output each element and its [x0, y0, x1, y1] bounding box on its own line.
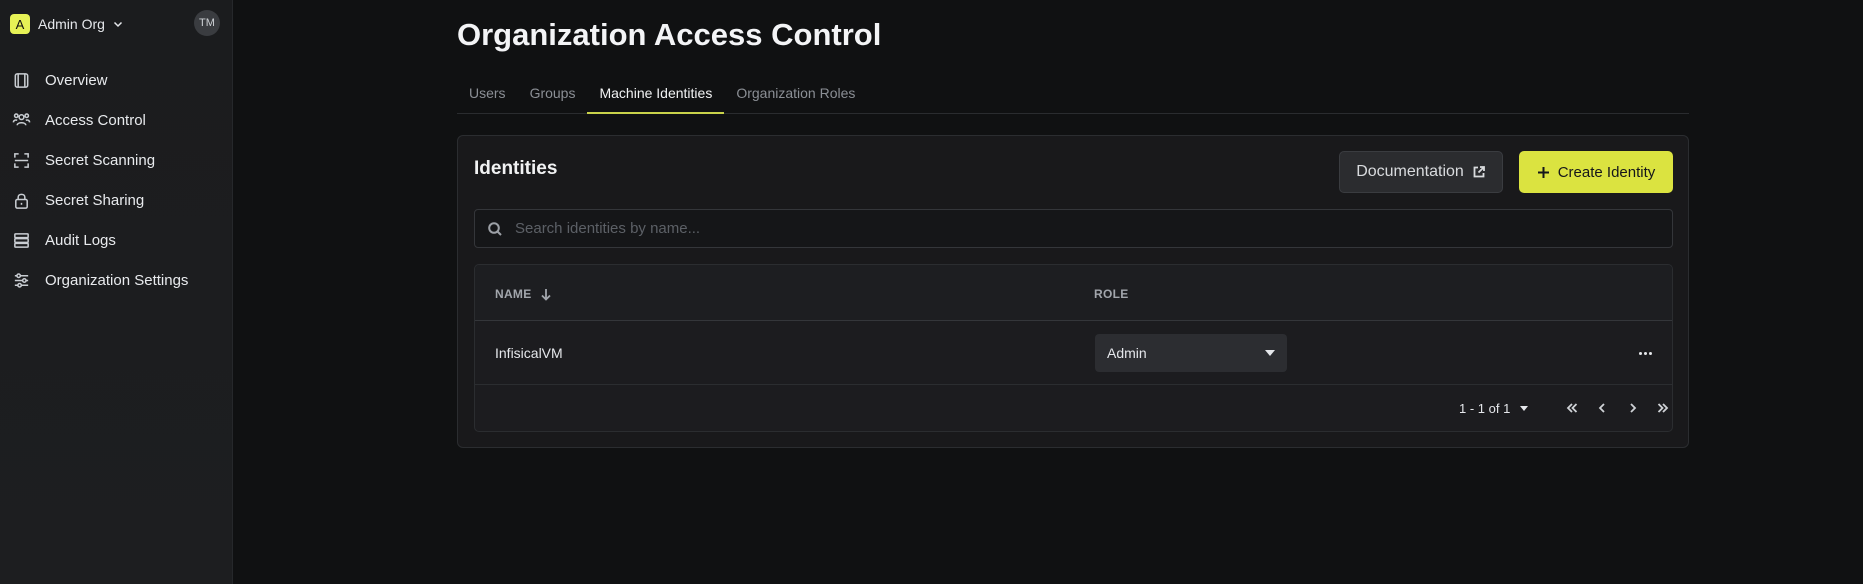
sidebar-item-organization-settings[interactable]: Organization Settings — [0, 260, 233, 300]
sidebar-item-secret-sharing[interactable]: Secret Sharing — [0, 180, 233, 220]
tab-organization-roles[interactable]: Organization Roles — [724, 78, 867, 114]
tab-users[interactable]: Users — [457, 78, 518, 114]
last-page-button[interactable] — [1654, 399, 1672, 417]
tab-bar: Users Groups Machine Identities Organiza… — [457, 78, 1689, 114]
sort-descending-icon — [540, 288, 551, 301]
chevron-down-icon — [113, 21, 122, 28]
sidebar-nav: Overview Access Control Secret Scanning … — [0, 60, 233, 300]
identities-card: Identities Documentation Create Identity… — [457, 135, 1689, 448]
documentation-button[interactable]: Documentation — [1339, 151, 1503, 193]
create-identity-button[interactable]: Create Identity — [1519, 151, 1673, 193]
create-identity-label: Create Identity — [1557, 163, 1656, 181]
identities-table: NAME ROLE InfisicalVM Admin 1 - 1 of 1 — [474, 264, 1673, 432]
caret-down-icon — [1520, 406, 1529, 411]
card-title: Identities — [474, 158, 558, 179]
external-link-icon — [1473, 166, 1485, 178]
previous-page-button[interactable] — [1593, 399, 1611, 417]
column-label: NAME — [495, 287, 532, 301]
sidebar-item-label: Overview — [45, 71, 108, 89]
search-box — [474, 209, 1673, 248]
table-header: NAME ROLE — [475, 265, 1672, 321]
page-title: Organization Access Control — [457, 17, 882, 52]
first-page-button[interactable] — [1563, 399, 1581, 417]
sidebar-item-label: Audit Logs — [45, 231, 116, 249]
overview-icon — [14, 72, 29, 88]
search-icon — [488, 221, 502, 236]
chevrons-left-icon — [1566, 403, 1578, 413]
sidebar-item-audit-logs[interactable]: Audit Logs — [0, 220, 233, 260]
plus-icon — [1537, 166, 1549, 178]
sidebar: A Admin Org TM Overview Access Control S… — [0, 0, 233, 584]
sidebar-item-overview[interactable]: Overview — [0, 60, 233, 100]
role-column-header: ROLE — [1094, 287, 1129, 301]
sidebar-item-label: Secret Sharing — [45, 191, 145, 209]
documentation-label: Documentation — [1356, 163, 1464, 180]
chevrons-right-icon — [1657, 403, 1669, 413]
org-logo: A — [10, 14, 30, 34]
users-icon — [12, 112, 31, 125]
identity-name: InfisicalVM — [495, 345, 563, 361]
lock-icon — [15, 193, 28, 209]
role-value: Admin — [1107, 345, 1147, 361]
column-label: ROLE — [1094, 287, 1129, 301]
scan-icon — [14, 152, 29, 168]
user-avatar[interactable]: TM — [194, 10, 220, 36]
rows-per-page-select[interactable]: 1 - 1 of 1 — [1459, 401, 1529, 416]
chevron-left-icon — [1598, 403, 1605, 413]
org-name: Admin Org — [38, 16, 105, 32]
search-input[interactable] — [515, 220, 1655, 237]
name-column-header[interactable]: NAME — [495, 287, 552, 301]
tab-groups[interactable]: Groups — [518, 78, 588, 114]
sidebar-item-label: Access Control — [45, 111, 146, 129]
row-options-button[interactable] — [1635, 345, 1655, 361]
tab-machine-identities[interactable]: Machine Identities — [587, 78, 725, 114]
next-page-button[interactable] — [1624, 399, 1642, 417]
settings-sliders-icon — [14, 272, 29, 288]
org-switcher[interactable]: A Admin Org — [10, 13, 123, 35]
ellipsis-icon — [1638, 351, 1642, 355]
sidebar-item-access-control[interactable]: Access Control — [0, 100, 233, 140]
table-row[interactable]: InfisicalVM Admin — [475, 321, 1672, 385]
sidebar-item-label: Organization Settings — [45, 271, 189, 289]
role-select[interactable]: Admin — [1095, 334, 1287, 372]
sidebar-item-label: Secret Scanning — [45, 151, 156, 169]
caret-down-icon — [1265, 350, 1275, 356]
chevron-right-icon — [1630, 403, 1637, 413]
pagination-range: 1 - 1 of 1 — [1459, 401, 1511, 416]
logs-icon — [14, 232, 29, 248]
pagination: 1 - 1 of 1 — [475, 385, 1672, 431]
sidebar-item-secret-scanning[interactable]: Secret Scanning — [0, 140, 233, 180]
